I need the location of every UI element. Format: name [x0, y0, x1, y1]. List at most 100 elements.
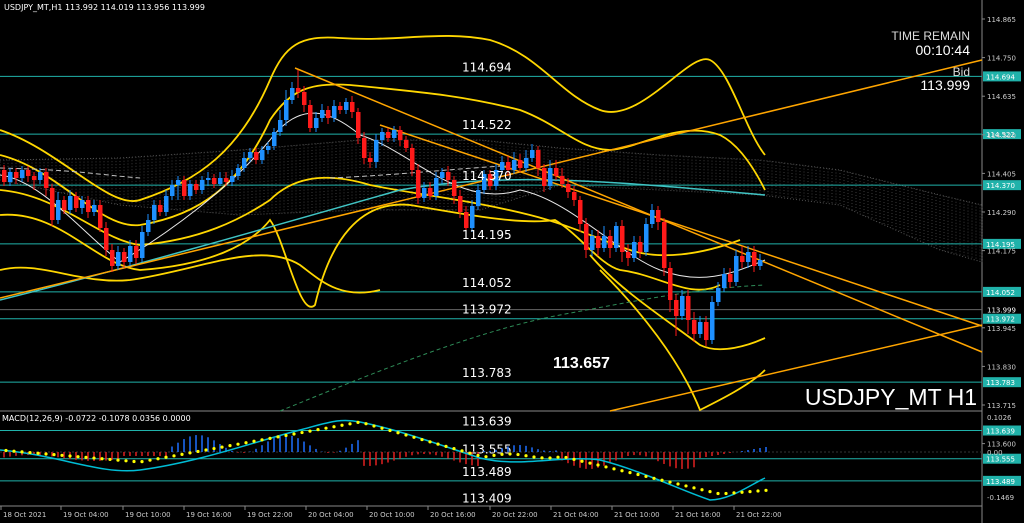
price-chart[interactable]: 114.694 114.522 114.370 114.195 114.052 113.9… [0, 0, 1024, 523]
macd-signal-dot [396, 431, 400, 435]
candle-body [686, 296, 691, 320]
macd-signal-dot [676, 482, 680, 486]
macd-signal-dot [532, 455, 536, 459]
macd-signal-dot [348, 422, 352, 426]
macd-signal-dot [540, 456, 544, 460]
candle-body [728, 274, 733, 282]
level-label: 114.694 [462, 60, 512, 74]
level-axis-label: 113.639 [986, 428, 1015, 436]
candle-body [440, 172, 445, 178]
candle-body [614, 226, 619, 248]
candle-body [170, 185, 175, 196]
macd-signal-dot [228, 444, 232, 448]
candle-body [380, 132, 385, 140]
candle-body [470, 206, 475, 228]
time-axis-label: 21 Oct 04:00 [553, 511, 599, 519]
candle-body [632, 242, 637, 258]
candle-body [458, 196, 463, 212]
macd-signal-dot [52, 453, 56, 457]
candle-body [296, 88, 301, 92]
macd-signal-dot [140, 460, 144, 464]
candle-body [104, 228, 109, 250]
level-label: 113.639 [462, 415, 512, 429]
candle-body [344, 102, 349, 110]
candle-body [98, 205, 103, 228]
candle-body [422, 188, 427, 198]
macd-signal-dot [20, 450, 24, 454]
time-remain-label: TIME REMAIN [891, 29, 970, 43]
candle-body [734, 256, 739, 282]
candle-body [128, 246, 133, 262]
candle-body [584, 224, 589, 250]
macd-signal-dot [612, 467, 616, 471]
macd-signal-dot [372, 424, 376, 428]
time-axis-label: 19 Oct 10:00 [125, 511, 171, 519]
candle-body [14, 172, 19, 178]
macd-signal-dot [356, 420, 360, 424]
candle-body [242, 158, 247, 168]
candle-body [260, 150, 265, 160]
macd-signal-dot [380, 426, 384, 430]
macd-signal-dot [700, 488, 704, 492]
candle-body [644, 224, 649, 252]
macd-signal-dot [4, 448, 8, 453]
macd-signal-dot [644, 474, 648, 479]
candle-body [710, 302, 715, 340]
time-axis-label: 21 Oct 22:00 [736, 511, 782, 519]
macd-signal-dot [692, 486, 696, 490]
level-label: 113.972 [462, 303, 512, 317]
macd-signal-dot [468, 451, 472, 455]
macd-signal-dot [420, 437, 424, 442]
candle-body [194, 184, 199, 190]
candle-body [176, 180, 181, 185]
candle-body [722, 274, 727, 288]
candle-body [308, 105, 313, 128]
candle-body [716, 288, 721, 302]
candle-body [680, 296, 685, 316]
macd-signal-dot [124, 459, 128, 463]
candle-body [698, 322, 703, 334]
macd-signal-dot [236, 442, 240, 446]
highlight-price-label: 113.657 [553, 355, 610, 372]
macd-signal-dot [108, 457, 112, 462]
time-axis-label: 20 Oct 16:00 [430, 511, 476, 519]
macd-signal-dot [660, 478, 664, 482]
time-axis-label: 19 Oct 22:00 [247, 511, 293, 519]
macd-signal-dot [260, 438, 264, 442]
macd-signal-dot [244, 441, 248, 445]
macd-signal-dot [12, 449, 16, 453]
candle-body [224, 178, 229, 182]
candle-body [338, 106, 343, 110]
macd-signal-dot [580, 459, 584, 463]
candle-body [206, 178, 211, 180]
macd-signal-dot [572, 457, 576, 461]
watermark-symbol: USDJPY_MT H1 [805, 384, 977, 410]
macd-signal-dot [508, 452, 512, 456]
candle-body [446, 172, 451, 180]
candle-body [38, 172, 43, 180]
macd-signal-dot [332, 425, 336, 429]
macd-signal-dot [428, 440, 432, 444]
macd-signal-dot [596, 463, 600, 467]
price-tick-label: 114.290 [987, 209, 1016, 217]
candle-body [44, 172, 49, 188]
candle-body [284, 100, 289, 120]
candle-body [374, 140, 379, 162]
macd-signal-dot [268, 436, 272, 440]
macd-signal-dot [636, 472, 640, 477]
candle-body [464, 212, 469, 228]
candle-body [476, 190, 481, 206]
time-axis-label: 20 Oct 22:00 [492, 511, 538, 519]
candle-body [428, 188, 433, 196]
time-axis-label: 21 Oct 16:00 [675, 511, 721, 519]
candle-body [230, 176, 235, 182]
level-axis-label: 113.489 [986, 478, 1015, 486]
macd-signal-dot [188, 451, 192, 455]
candle-body [416, 170, 421, 198]
macd-signal-dot [604, 465, 608, 469]
level-axis-label: 113.972 [986, 316, 1015, 324]
macd-signal-dot [740, 490, 744, 494]
macd-signal-dot [148, 458, 152, 462]
candle-body [146, 220, 151, 232]
macd-signal-dot [652, 476, 656, 480]
